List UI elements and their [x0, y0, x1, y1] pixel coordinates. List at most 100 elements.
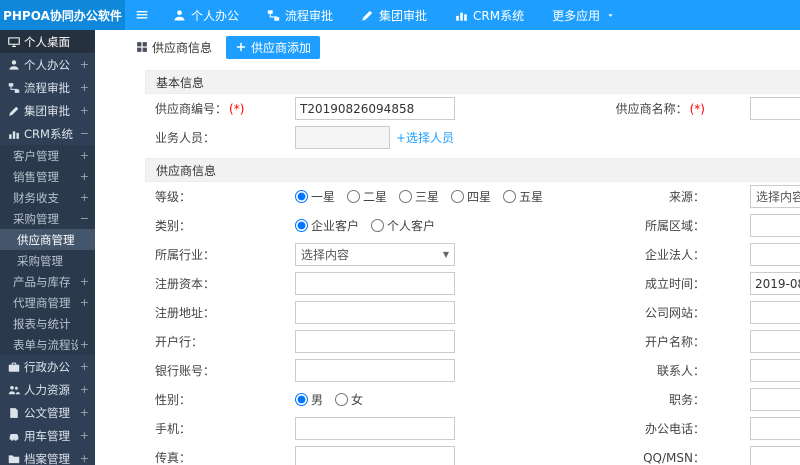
level-radio-1[interactable]: 二星 — [347, 188, 387, 205]
section-title: 供应商信息 — [145, 158, 800, 182]
supplier-code-input[interactable] — [295, 97, 455, 120]
gender-radio-input[interactable] — [335, 393, 349, 406]
menu-toggle-icon[interactable]: ≡ — [125, 0, 159, 30]
sidebar-item-document-mgmt[interactable]: 公文管理 + — [0, 401, 95, 424]
tab-supplier-add[interactable]: 供应商添加 — [226, 35, 321, 59]
level-radio-0[interactable]: 一星 — [295, 188, 335, 205]
sidebar-item-agent-mgmt[interactable]: 代理商管理 + — [0, 292, 95, 313]
top-bar: PHPOA协同办公软件 ≡ 个人办公 流程审批 集团审批 CRM系统 更多应用 — [0, 0, 800, 30]
field-cell — [750, 272, 800, 295]
fax-input[interactable] — [295, 446, 455, 465]
category-radio-0[interactable]: 企业客户 — [295, 217, 359, 234]
expand-plus-icon: + — [79, 191, 89, 204]
field-label: 业务人员： — [155, 131, 216, 145]
region-input[interactable] — [750, 214, 800, 237]
sidebar-item-admin-office[interactable]: 行政办公 + — [0, 355, 95, 378]
car-icon — [9, 433, 19, 441]
gender-radio-1[interactable]: 女 — [335, 391, 363, 408]
gender-radio-input[interactable] — [295, 393, 308, 406]
sidebar-item-purchase-mgmt[interactable]: 采购管理 — [0, 250, 95, 271]
category-radio-1[interactable]: 个人客户 — [371, 217, 435, 234]
level-radio-input[interactable] — [503, 190, 517, 203]
expand-plus-icon: + — [79, 81, 89, 94]
nav-personal-office[interactable]: 个人办公 — [159, 0, 253, 30]
tab-supplier-info[interactable]: 供应商信息 — [130, 36, 218, 59]
supplier-name-input[interactable] — [750, 97, 800, 120]
tab-label: 供应商添加 — [251, 40, 312, 55]
sidebar-item-supplier-mgmt[interactable]: 供应商管理 — [0, 229, 95, 250]
folder-icon — [8, 454, 20, 463]
sidebar-item-workflow-approval[interactable]: 流程审批 + — [0, 76, 95, 99]
form-row: 注册资本： 成立时间： — [145, 269, 800, 298]
qq-msn-input[interactable] — [750, 446, 800, 465]
field-cell — [750, 417, 800, 440]
sidebar-item-label: 产品与库存 — [13, 274, 71, 289]
expand-plus-icon: + — [79, 406, 89, 419]
contact-input[interactable] — [750, 359, 800, 382]
level-radio-3[interactable]: 四星 — [451, 188, 491, 205]
sidebar-item-product-inventory[interactable]: 产品与库存 + — [0, 271, 95, 292]
bank-account-input[interactable] — [295, 359, 455, 382]
website-input[interactable] — [750, 301, 800, 324]
sidebar-item-group-approval[interactable]: 集团审批 + — [0, 99, 95, 122]
field-cell: +选择人员 — [295, 126, 600, 149]
field-cell: 一星 二星 三星 四星 五星 — [295, 188, 600, 205]
field-label: 银行账号： — [155, 364, 216, 378]
founded-date-input[interactable] — [750, 272, 800, 295]
select-value: 选择内容 — [756, 190, 800, 204]
sidebar-item-hr[interactable]: 人力资源 + — [0, 378, 95, 401]
staff-input[interactable] — [295, 126, 390, 149]
category-radio-input[interactable] — [295, 219, 308, 232]
registered-address-input[interactable] — [295, 301, 455, 324]
field-cell — [750, 214, 800, 237]
sidebar-item-personal-office[interactable]: 个人办公 + — [0, 53, 95, 76]
nav-group-approval[interactable]: 集团审批 — [347, 0, 441, 30]
flow-icon — [267, 9, 280, 21]
app-logo: PHPOA协同办公软件 — [0, 0, 125, 30]
sidebar-item-crm-system[interactable]: CRM系统 − — [0, 122, 95, 145]
level-radio-4[interactable]: 五星 — [503, 188, 543, 205]
level-radio-2[interactable]: 三星 — [399, 188, 439, 205]
required-mark: (*) — [689, 102, 705, 116]
field-cell — [750, 446, 800, 465]
field-cell — [295, 330, 600, 353]
source-select[interactable]: 选择内容▼ — [750, 185, 800, 208]
sidebar-item-customer-mgmt[interactable]: 客户管理 + — [0, 145, 95, 166]
gender-radio-0[interactable]: 男 — [295, 391, 323, 408]
category-radio-input[interactable] — [371, 219, 385, 232]
expand-plus-icon: + — [79, 104, 89, 117]
registered-capital-input[interactable] — [295, 272, 455, 295]
sidebar-item-sales-mgmt[interactable]: 销售管理 + — [0, 166, 95, 187]
sidebar-item-purchasing-mgmt[interactable]: 采购管理 − — [0, 208, 95, 229]
industry-select[interactable]: 选择内容 ▼ — [295, 243, 455, 266]
level-radio-input[interactable] — [451, 190, 465, 203]
nav-label: 个人办公 — [191, 8, 240, 23]
nav-more-apps[interactable]: 更多应用 — [538, 0, 629, 30]
sidebar-item-reports-stats[interactable]: 报表与统计 — [0, 313, 95, 334]
mobile-input[interactable] — [295, 417, 455, 440]
field-cell: 企业客户 个人客户 — [295, 217, 600, 234]
job-title-input[interactable] — [750, 388, 800, 411]
field-cell — [750, 359, 800, 382]
expand-plus-icon: + — [79, 429, 89, 442]
legal-person-input[interactable] — [750, 243, 800, 266]
nav-workflow-approval[interactable]: 流程审批 — [253, 0, 347, 30]
office-phone-input[interactable] — [750, 417, 800, 440]
nav-label: 集团审批 — [379, 8, 428, 23]
sidebar-item-archive-mgmt[interactable]: 档案管理 + — [0, 447, 95, 465]
form-row: 等级： 一星 二星 三星 四星 五星 来源： 选择内容▼ — [145, 182, 800, 211]
level-radio-input[interactable] — [347, 190, 361, 203]
field-label: 等级： — [155, 190, 192, 204]
sidebar-item-finance-income-expense[interactable]: 财务收支 + — [0, 187, 95, 208]
select-person-link[interactable]: +选择人员 — [396, 129, 454, 146]
sidebar-item-form-flow-settings[interactable]: 表单与流程设置+ — [0, 334, 95, 355]
nav-crm-system[interactable]: CRM系统 — [441, 0, 538, 30]
sidebar-item-vehicle-mgmt[interactable]: 用车管理 + — [0, 424, 95, 447]
account-name-input[interactable] — [750, 330, 800, 353]
field-cell: 选择内容▼ — [750, 185, 800, 208]
bank-input[interactable] — [295, 330, 455, 353]
sidebar-item-personal-desktop[interactable]: 个人桌面 — [0, 30, 95, 53]
level-radio-input[interactable] — [399, 190, 413, 203]
level-radio-input[interactable] — [295, 190, 308, 203]
field-cell — [295, 446, 600, 465]
